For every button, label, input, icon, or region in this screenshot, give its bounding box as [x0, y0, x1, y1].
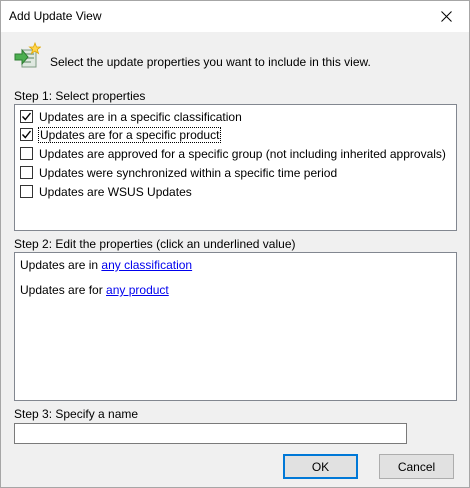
view-name-input[interactable]: [14, 423, 407, 444]
property-label: Updates are for a specific product: [37, 126, 222, 143]
cancel-button[interactable]: Cancel: [379, 454, 454, 479]
checkbox[interactable]: [20, 147, 33, 160]
line-prefix: Updates are for: [20, 283, 107, 297]
add-update-view-dialog: Add Update View Select the update proper…: [0, 0, 470, 488]
checkbox[interactable]: [20, 166, 33, 179]
line-prefix: Updates are in: [20, 258, 102, 272]
property-approved-group[interactable]: Updates are approved for a specific grou…: [20, 145, 446, 162]
checkbox[interactable]: [20, 128, 33, 141]
property-editor: Updates are in any classification Update…: [14, 252, 457, 401]
add-view-wizard-icon: [14, 41, 41, 68]
product-link[interactable]: any product: [106, 283, 169, 297]
classification-line: Updates are in any classification: [20, 258, 192, 272]
step1-label: Step 1: Select properties: [14, 89, 146, 103]
checkbox[interactable]: [20, 110, 33, 123]
checkmark-icon: [21, 130, 32, 139]
property-product[interactable]: Updates are for a specific product: [20, 126, 222, 143]
checkmark-icon: [21, 112, 32, 121]
title-bar: Add Update View: [1, 1, 469, 32]
property-label: Updates are WSUS Updates: [39, 184, 192, 199]
step2-label: Step 2: Edit the properties (click an un…: [14, 237, 296, 251]
window-title: Add Update View: [9, 9, 102, 23]
ok-button[interactable]: OK: [283, 454, 358, 479]
step3-label: Step 3: Specify a name: [14, 407, 139, 421]
instruction-text: Select the update properties you want to…: [50, 55, 371, 69]
classification-link[interactable]: any classification: [101, 258, 192, 272]
property-label: Updates are approved for a specific grou…: [39, 146, 446, 161]
checkbox[interactable]: [20, 185, 33, 198]
property-classification[interactable]: Updates are in a specific classification: [20, 108, 242, 125]
close-button[interactable]: [423, 1, 469, 32]
property-label: Updates were synchronized within a speci…: [39, 165, 338, 180]
properties-checklist: Updates are in a specific classification…: [14, 104, 457, 231]
property-wsus-updates[interactable]: Updates are WSUS Updates: [20, 183, 192, 200]
property-label: Updates are in a specific classification: [39, 109, 242, 124]
close-icon: [440, 11, 452, 22]
property-synchronized-period[interactable]: Updates were synchronized within a speci…: [20, 164, 337, 181]
product-line: Updates are for any product: [20, 283, 169, 297]
